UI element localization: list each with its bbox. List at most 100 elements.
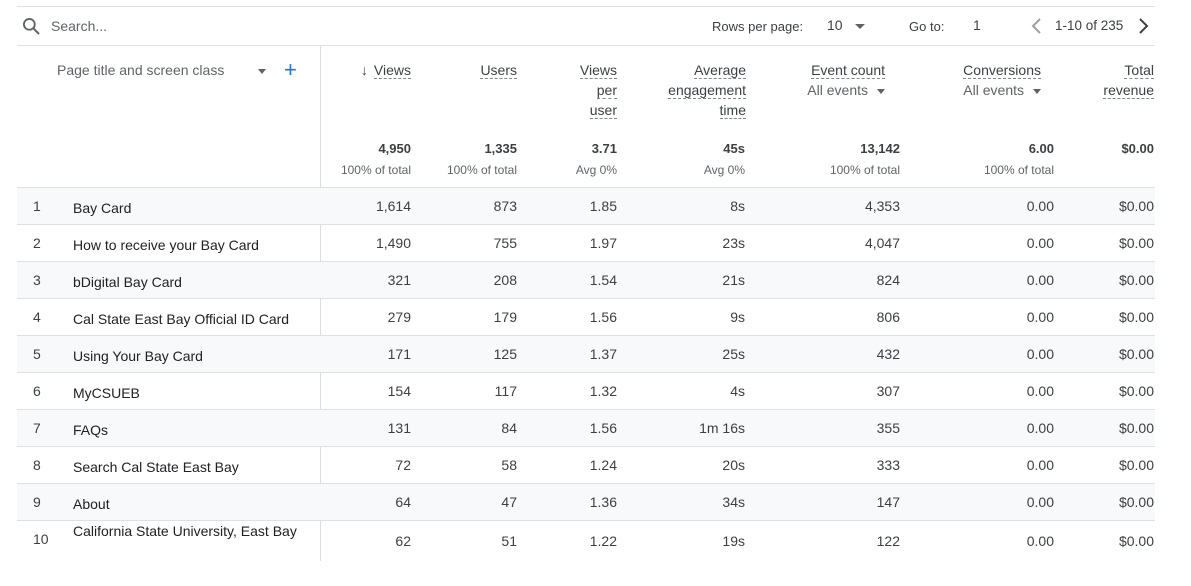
conversions-cell: 0.00: [1026, 309, 1054, 325]
views-per-user-cell: 1.37: [589, 346, 617, 362]
conversions-cell: 0.00: [1026, 457, 1054, 473]
views-cell: 321: [387, 272, 411, 288]
goto-page-input[interactable]: 1: [973, 17, 1003, 33]
avg-engagement-line: Average: [694, 62, 746, 79]
table-row[interactable]: 8 Search Cal State East Bay 72 58 1.24 20s 333…: [17, 446, 1155, 483]
avg-engagement-cell: 25s: [722, 346, 745, 362]
rows-per-page-value: 10: [827, 17, 843, 33]
table-row[interactable]: 4 Cal State East Bay Official ID Card 279 1…: [17, 298, 1155, 335]
event-count-cell: 824: [876, 272, 900, 288]
previous-page-icon[interactable]: [1027, 15, 1047, 37]
page-title-cell[interactable]: Using Your Bay Card: [73, 346, 298, 366]
avg-engagement-cell: 21s: [722, 272, 745, 288]
page-title-cell[interactable]: bDigital Bay Card: [73, 272, 298, 292]
conversions-header[interactable]: Conversions All events: [963, 60, 1041, 100]
table-row[interactable]: 2 How to receive your Bay Card 1,490 755 1.9…: [17, 224, 1155, 261]
revenue-cell: $0.00: [1118, 309, 1154, 325]
chevron-down-icon: [1033, 88, 1041, 94]
views-cell: 64: [395, 494, 411, 510]
views-per-user-header[interactable]: Views per user: [579, 60, 617, 120]
revenue-cell: $0.00: [1118, 494, 1154, 510]
table-row[interactable]: 1 Bay Card 1,614 873 1.85 8s 4,353 0.00 $0.00: [17, 187, 1155, 224]
table-row[interactable]: 10 California State University, East Bay 6…: [17, 520, 1155, 561]
row-index: 9: [33, 494, 41, 510]
revenue-cell: $0.00: [1118, 198, 1154, 214]
total-revenue-line: Total: [1124, 62, 1154, 79]
page-title-cell[interactable]: How to receive your Bay Card: [73, 235, 298, 255]
table-row[interactable]: 6 MyCSUEB 154 117 1.32 4s 307 0.00 $0.00: [17, 372, 1155, 409]
conversions-cell: 0.00: [1026, 272, 1054, 288]
sort-descending-icon: ↓: [360, 62, 368, 78]
page-title-cell[interactable]: MyCSUEB: [73, 383, 298, 403]
table-row[interactable]: 3 bDigital Bay Card 321 208 1.54 21s 824 0.00 $0…: [17, 261, 1155, 298]
conversions-filter[interactable]: All events: [963, 80, 1041, 100]
views-per-user-cell: 1.85: [589, 198, 617, 214]
add-dimension-icon[interactable]: +: [284, 59, 297, 81]
total-views-sub: 100% of total: [340, 163, 411, 177]
avg-engagement-cell: 23s: [722, 235, 745, 251]
conversions-cell: 0.00: [1026, 198, 1054, 214]
avg-engagement-header[interactable]: Average engagement time: [668, 60, 746, 120]
views-header[interactable]: ↓ Views: [361, 60, 411, 80]
event-count-cell: 333: [876, 457, 900, 473]
revenue-cell: $0.00: [1118, 420, 1154, 436]
event-count-cell: 355: [876, 420, 900, 436]
event-count-header[interactable]: Event count All events: [807, 60, 885, 100]
avg-engagement-line: time: [719, 102, 746, 119]
total-users: 1,335: [484, 141, 517, 156]
row-index: 5: [33, 346, 41, 362]
views-per-user-line: Views: [579, 62, 617, 79]
avg-engagement-cell: 9s: [730, 309, 745, 325]
users-cell: 125: [493, 346, 517, 362]
conversions-header-label: Conversions: [963, 62, 1041, 79]
row-index: 4: [33, 309, 41, 325]
conversions-cell: 0.00: [1026, 533, 1054, 549]
table-row[interactable]: 5 Using Your Bay Card 171 125 1.37 25s 432 0.00…: [17, 335, 1155, 372]
page-title-cell[interactable]: Search Cal State East Bay: [73, 457, 298, 477]
views-per-user-cell: 1.56: [589, 420, 617, 436]
views-cell: 279: [387, 309, 411, 325]
search-icon[interactable]: [21, 16, 41, 36]
revenue-cell: $0.00: [1118, 235, 1154, 251]
page-title-cell[interactable]: California State University, East Bay: [73, 521, 298, 541]
total-views-per-user-sub: Avg 0%: [575, 163, 617, 177]
rows-per-page-select[interactable]: 10: [827, 17, 865, 33]
event-count-cell: 4,353: [864, 198, 900, 214]
users-header[interactable]: Users: [480, 60, 517, 80]
conversions-cell: 0.00: [1026, 420, 1054, 436]
dimension-header[interactable]: Page title and screen class: [57, 62, 224, 78]
table-row[interactable]: 7 FAQs 131 84 1.56 1m 16s 355 0.00 $0.00: [17, 409, 1155, 446]
page-title-cell[interactable]: About: [73, 494, 298, 514]
page-title-cell[interactable]: Bay Card: [73, 198, 298, 218]
total-avg-engagement-sub: Avg 0%: [703, 163, 745, 177]
views-per-user-cell: 1.36: [589, 494, 617, 510]
chevron-down-icon[interactable]: [258, 69, 266, 74]
total-conversions: 6.00: [1028, 141, 1054, 156]
conversions-cell: 0.00: [1026, 346, 1054, 362]
event-count-filter[interactable]: All events: [807, 80, 885, 100]
total-event-count: 13,142: [860, 141, 900, 156]
users-cell: 58: [501, 457, 517, 473]
event-count-cell: 147: [876, 494, 900, 510]
conversions-cell: 0.00: [1026, 235, 1054, 251]
event-count-header-label: Event count: [811, 62, 885, 79]
event-count-cell: 432: [876, 346, 900, 362]
page-title-cell[interactable]: Cal State East Bay Official ID Card: [73, 309, 298, 329]
table-row[interactable]: 9 About 64 47 1.36 34s 147 0.00 $0.00: [17, 483, 1155, 520]
avg-engagement-cell: 4s: [730, 383, 745, 399]
revenue-cell: $0.00: [1118, 383, 1154, 399]
total-revenue-header[interactable]: Total revenue: [1103, 60, 1154, 100]
total-revenue-line: revenue: [1103, 82, 1154, 99]
total-revenue: $0.00: [1121, 141, 1154, 156]
users-cell: 873: [493, 198, 517, 214]
views-per-user-cell: 1.54: [589, 272, 617, 288]
users-cell: 51: [501, 533, 517, 549]
event-count-cell: 307: [876, 383, 900, 399]
event-count-cell: 122: [876, 533, 900, 549]
search-input[interactable]: [51, 15, 251, 37]
event-count-cell: 806: [876, 309, 900, 325]
next-page-icon[interactable]: [1133, 15, 1153, 37]
goto-label: Go to:: [909, 19, 945, 34]
page-title-cell[interactable]: FAQs: [73, 420, 298, 440]
avg-engagement-cell: 19s: [722, 533, 745, 549]
